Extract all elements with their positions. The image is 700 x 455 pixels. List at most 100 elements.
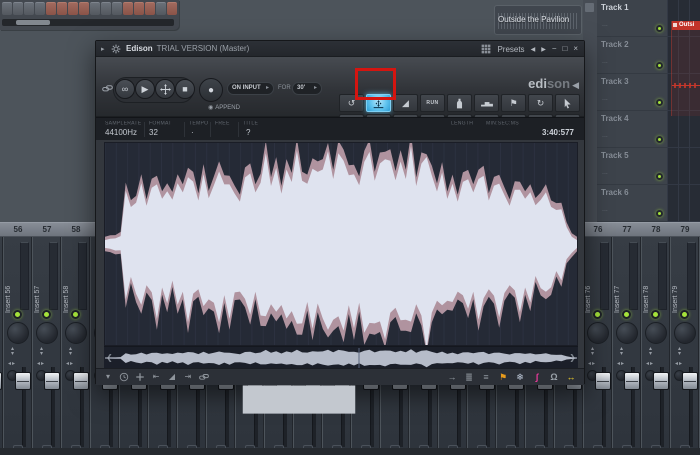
mute-led[interactable] (42, 310, 51, 319)
fader-handle[interactable] (44, 372, 60, 390)
playlist-track[interactable]: Track 5... (597, 148, 667, 185)
ramp-button[interactable]: ◢ (167, 372, 177, 382)
step-button[interactable] (35, 2, 45, 15)
maximize-icon[interactable]: □ (562, 43, 567, 55)
freeze-button[interactable]: ❄ (515, 371, 525, 383)
step-button[interactable] (68, 2, 78, 15)
mixer-channel[interactable]: Insert 78 ▴ ▾ ◂▸ (642, 237, 670, 453)
snap-button[interactable] (119, 372, 129, 382)
channel-knob[interactable] (587, 322, 609, 344)
mute-led[interactable] (13, 310, 22, 319)
stop-button[interactable]: ■ (175, 79, 195, 99)
link-button[interactable] (199, 372, 209, 382)
sequencer-scroll-handle[interactable] (16, 20, 50, 25)
declip-button[interactable] (447, 94, 472, 112)
record-mode-dropdown[interactable]: ON INPUT ▸ (227, 82, 274, 95)
step-button[interactable] (101, 2, 111, 15)
playlist-track[interactable]: Track 6... (597, 185, 667, 222)
audio-clip-red[interactable]: Outsi (671, 21, 700, 116)
step-button[interactable] (79, 2, 89, 15)
play-button[interactable]: ▶ (135, 79, 155, 99)
step-button[interactable] (46, 2, 56, 15)
center-button[interactable] (135, 372, 145, 382)
channel-knob[interactable] (616, 322, 638, 344)
playlist-track[interactable]: Track 3... (597, 74, 667, 111)
playlist-track[interactable]: Track 2... (597, 37, 667, 74)
fade-in-button[interactable]: ◢ (393, 94, 418, 112)
step-button[interactable] (123, 2, 133, 15)
track-enable-led[interactable] (656, 136, 663, 143)
collapse-arrow-icon[interactable]: ▸ (101, 45, 105, 53)
channel-knob[interactable] (7, 322, 29, 344)
channel-knob[interactable] (65, 322, 87, 344)
next-marker-button[interactable]: ⇥ (183, 372, 193, 382)
step-button[interactable] (13, 2, 23, 15)
step-button[interactable] (90, 2, 100, 15)
preset-prev-icon[interactable]: ◀ (531, 46, 536, 53)
prev-marker-button[interactable]: ⇤ (151, 372, 161, 382)
mixer-channel[interactable]: Insert 79 ▴ ▾ ◂▸ (671, 237, 699, 453)
stretch-lr-button[interactable]: ↔ (566, 371, 576, 383)
step-button[interactable] (167, 2, 177, 15)
list-button[interactable]: ≣ (464, 371, 474, 383)
step-button[interactable] (145, 2, 155, 15)
step-button[interactable] (134, 2, 144, 15)
marker-button[interactable]: ⚑ (498, 371, 508, 383)
mixer-channel[interactable]: Insert 57 ▴ ▾ ◂▸ (33, 237, 61, 453)
step-button[interactable] (2, 2, 12, 15)
mute-led[interactable] (593, 310, 602, 319)
smooth-button[interactable]: ∫ (532, 371, 542, 383)
jump-button[interactable]: → (447, 371, 457, 383)
fader-handle[interactable] (653, 372, 669, 390)
waveform-editor[interactable] (104, 142, 578, 346)
preset-next-icon[interactable]: ▶ (541, 46, 546, 53)
step-button[interactable] (57, 2, 67, 15)
convolution-button[interactable]: ↻ (528, 94, 553, 112)
channel-knob[interactable] (36, 322, 58, 344)
mute-led[interactable] (651, 310, 660, 319)
playlist-scroll-strip[interactable] (583, 0, 597, 222)
mixer-channel[interactable]: Insert 56 ▴ ▾ ◂▸ (4, 237, 32, 453)
edison-titlebar[interactable]: ▸ Edison TRIAL VERSION (Master) Presets ◀… (96, 41, 584, 57)
fader-handle[interactable] (15, 372, 31, 390)
loop-mode-button[interactable]: ∞ (115, 79, 135, 99)
mute-led[interactable] (622, 310, 631, 319)
paste-tool-button[interactable] (555, 94, 580, 112)
track-enable-led[interactable] (656, 210, 663, 217)
add-marker-button[interactable]: ⚑ (501, 94, 526, 112)
fader-handle[interactable] (0, 372, 2, 390)
channel-knob[interactable] (674, 322, 696, 344)
audio-clip-selected[interactable]: Outside the Pavilion (494, 5, 582, 35)
link-icon[interactable] (102, 83, 113, 94)
channel-knob[interactable] (645, 322, 667, 344)
mute-led[interactable] (71, 310, 80, 319)
duration-dropdown[interactable]: 30' ▸ (292, 82, 322, 95)
eq-button[interactable]: ▂▅▃ (474, 94, 499, 112)
mixer-channel[interactable]: Insert 76 ▴ ▾ ◂▸ (584, 237, 612, 453)
list-alt-button[interactable]: ≡ (481, 371, 491, 383)
run-script-button[interactable]: RUN (420, 94, 445, 112)
mute-led[interactable] (680, 310, 689, 319)
playlist-track[interactable]: Track 1... (597, 0, 667, 37)
minimize-icon[interactable]: − (552, 43, 557, 55)
track-enable-led[interactable] (656, 99, 663, 106)
step-button[interactable] (156, 2, 166, 15)
append-option[interactable]: ◉ APPEND (208, 104, 240, 111)
scrub-button[interactable] (155, 79, 175, 99)
fader-handle[interactable] (682, 372, 698, 390)
detach-grid-icon[interactable] (481, 44, 491, 54)
mixer-channel[interactable]: Insert 77 ▴ ▾ ◂▸ (613, 237, 641, 453)
fader-handle[interactable] (624, 372, 640, 390)
track-enable-led[interactable] (656, 173, 663, 180)
step-button[interactable] (112, 2, 122, 15)
options-menu[interactable]: ▾ (103, 372, 113, 382)
gear-icon[interactable] (111, 44, 121, 54)
close-icon[interactable]: × (573, 43, 578, 55)
fader-handle[interactable] (595, 372, 611, 390)
step-button[interactable] (24, 2, 34, 15)
mixer-channel[interactable]: Insert 58 ▴ ▾ ◂▸ (62, 237, 90, 453)
track-enable-led[interactable] (656, 62, 663, 69)
waveform-overview[interactable]: ❮ ❯ (104, 346, 578, 368)
magnet-button[interactable]: Ω (549, 371, 559, 383)
mixer-channel[interactable]: ▴▾◂▸ (0, 237, 3, 448)
